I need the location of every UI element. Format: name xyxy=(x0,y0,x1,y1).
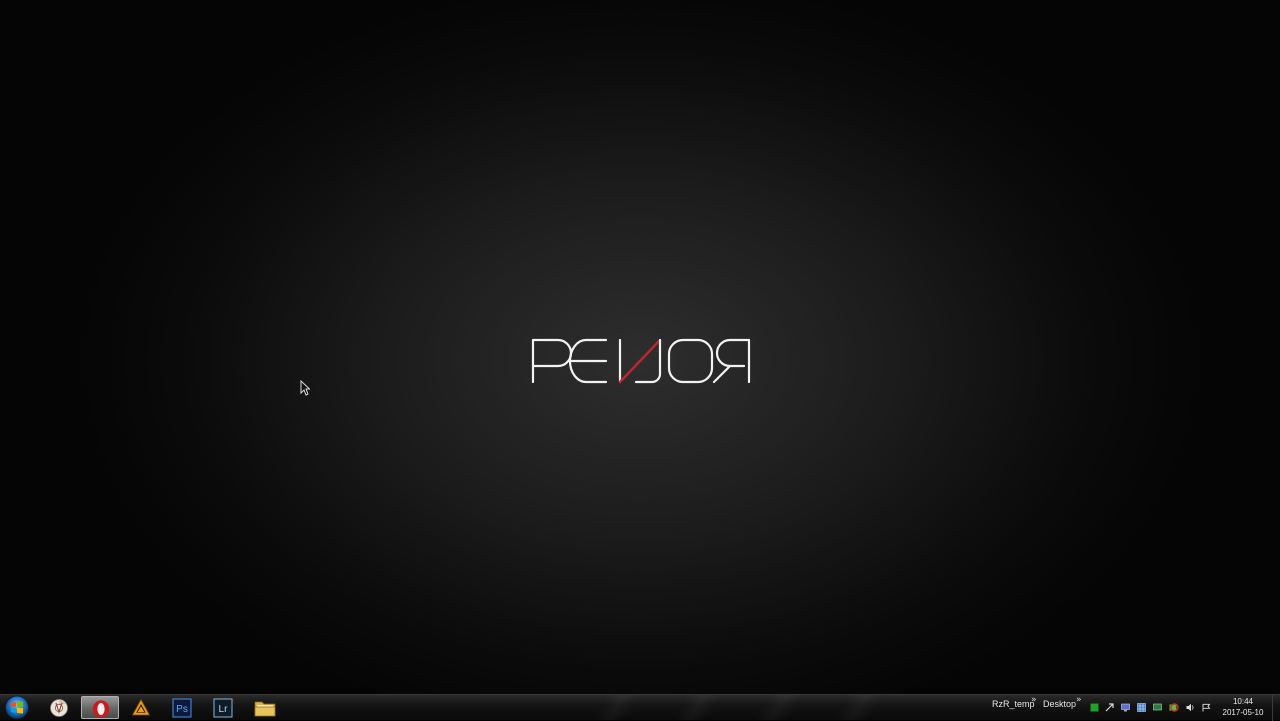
taskbar-photoshop-button[interactable]: Ps xyxy=(163,696,201,719)
file-explorer-icon xyxy=(254,701,276,717)
monitor-icon[interactable] xyxy=(1121,703,1130,712)
action-center-flag-icon[interactable] xyxy=(1202,703,1211,712)
toolbar-rzr-temp-chevron[interactable]: » xyxy=(1031,695,1037,705)
show-desktop-button[interactable] xyxy=(1272,695,1280,721)
taskbar-chrome-button[interactable] xyxy=(40,696,78,719)
grid-icon[interactable] xyxy=(1137,703,1146,712)
vlc-media-player-icon xyxy=(131,698,151,716)
svg-text:Ps: Ps xyxy=(176,704,188,715)
toolbar-rzr-temp[interactable]: RzR_temp xyxy=(992,699,1035,709)
toolbar-desktop-chevron[interactable]: » xyxy=(1076,695,1082,705)
taskbar: Ps Lr RzR_temp » Desktop » 10:44 2017-05… xyxy=(0,694,1280,721)
opera-icon xyxy=(92,700,110,718)
taskbar-lightroom-button[interactable]: Lr xyxy=(204,696,242,719)
red-antivirus-icon[interactable] xyxy=(1170,703,1179,712)
clock-time[interactable]: 10:44 xyxy=(1218,697,1268,706)
mouse-pointer-icon xyxy=(300,380,310,396)
clock-date[interactable]: 2017-05-10 xyxy=(1218,708,1268,717)
svg-text:Lr: Lr xyxy=(219,704,229,715)
display-icon[interactable] xyxy=(1153,703,1162,712)
volume-icon[interactable] xyxy=(1186,703,1195,712)
taskbar-opera-button[interactable] xyxy=(81,696,119,719)
network-arrow-icon[interactable] xyxy=(1105,703,1114,712)
windows-orb-icon[interactable] xyxy=(3,695,31,720)
green-status-icon[interactable] xyxy=(1090,703,1099,712)
desktop-background xyxy=(0,0,1280,694)
lightroom-icon: Lr xyxy=(213,698,233,718)
toolbar-desktop[interactable]: Desktop xyxy=(1043,699,1076,709)
google-chrome-icon xyxy=(50,699,68,717)
photoshop-icon: Ps xyxy=(172,698,192,718)
renor-logo xyxy=(531,338,751,384)
taskbar-explorer-button[interactable] xyxy=(245,696,283,719)
taskbar-vlc-button[interactable] xyxy=(122,696,160,719)
